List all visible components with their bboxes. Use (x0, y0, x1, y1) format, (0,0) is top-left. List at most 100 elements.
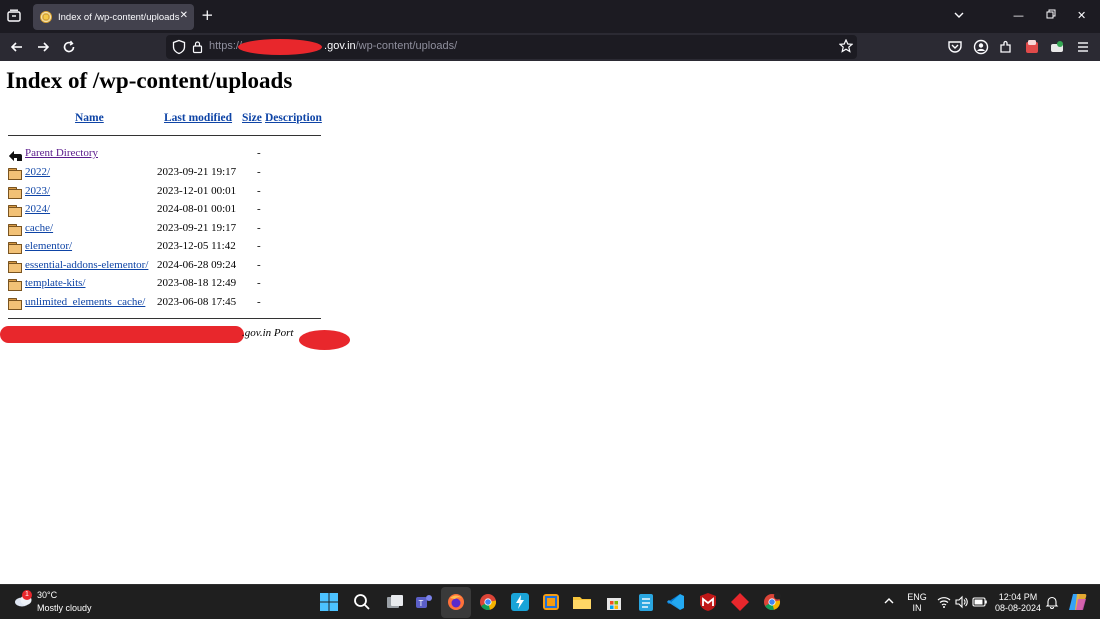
teams-icon[interactable]: T (414, 592, 434, 612)
parent-directory-link[interactable]: Parent Directory (25, 147, 98, 159)
folder-icon (8, 187, 22, 199)
notepad-icon[interactable] (636, 592, 656, 612)
battery-icon[interactable] (972, 595, 988, 609)
page-content: Index of /wp-content/uploads Name Last m… (0, 61, 1100, 584)
close-window-icon[interactable]: ✕ (1077, 9, 1086, 23)
red-diamond-app-icon[interactable] (730, 592, 750, 612)
last-modified: 2024-06-28 09:24 (157, 259, 237, 271)
sort-by-name-link[interactable]: Name (75, 112, 104, 124)
minimize-icon[interactable]: — (1013, 9, 1024, 23)
directory-link[interactable]: unlimited_elements_cache/ (25, 296, 145, 308)
header-divider (8, 135, 321, 136)
reload-icon[interactable] (60, 38, 78, 56)
input-language-line2[interactable]: IN (906, 603, 928, 613)
directory-link[interactable]: cache/ (25, 222, 53, 234)
container-extension-icon[interactable] (1048, 38, 1066, 56)
directory-link[interactable]: elementor/ (25, 240, 72, 252)
directory-link[interactable]: 2024/ (25, 203, 50, 215)
address-bar[interactable]: https://.gov.in/wp-content/uploads/ (166, 35, 857, 59)
navigation-toolbar: https://.gov.in/wp-content/uploads/ (0, 33, 1100, 61)
app-bolt-icon[interactable] (510, 592, 530, 612)
last-modified: 2023-09-21 19:17 (157, 166, 237, 178)
start-windows-icon[interactable] (319, 592, 339, 612)
mcafee-icon[interactable] (698, 592, 718, 612)
pocket-icon[interactable] (946, 38, 964, 56)
directory-link[interactable]: 2023/ (25, 185, 50, 197)
chrome-profile-icon[interactable] (762, 592, 782, 612)
directory-row: elementor/ 2023-12-05 11:42 - (0, 240, 330, 258)
folder-icon (8, 279, 22, 291)
bookmark-star-icon[interactable] (838, 38, 854, 58)
directory-row: template-kits/ 2023-08-18 12:49 - (0, 277, 330, 295)
tab-title: Index of /wp-content/uploads (58, 11, 180, 23)
clock-date[interactable]: 08-08-2024 (994, 603, 1042, 613)
file-size: - (257, 277, 261, 289)
show-hidden-icons-chevron-icon[interactable] (882, 594, 896, 608)
extensions-icon[interactable] (997, 38, 1015, 56)
back-arrow-icon (8, 149, 22, 161)
folder-icon (8, 242, 22, 254)
last-modified: 2023-12-05 11:42 (157, 240, 236, 252)
input-language-line1[interactable]: ENG (906, 592, 928, 602)
new-tab-icon[interactable]: + (201, 7, 214, 23)
extension-badge-icon[interactable] (1023, 38, 1041, 56)
sort-by-last-modified-link[interactable]: Last modified (164, 112, 232, 124)
last-modified: 2024-08-01 00:01 (157, 203, 237, 215)
directory-link[interactable]: template-kits/ (25, 277, 85, 289)
sort-by-size-link[interactable]: Size (242, 112, 262, 124)
directory-row: 2023/ 2023-12-01 00:01 - (0, 185, 330, 203)
restore-icon[interactable] (1046, 9, 1056, 23)
directory-row: unlimited_elements_cache/ 2023-06-08 17:… (0, 296, 330, 314)
microsoft-store-icon[interactable] (604, 592, 624, 612)
file-size: - (257, 222, 261, 234)
file-size: - (257, 147, 261, 159)
tracking-shield-icon[interactable] (172, 39, 186, 60)
sort-by-description-link[interactable]: Description (265, 112, 322, 124)
vscode-icon[interactable] (666, 592, 686, 612)
directory-row: 2022/ 2023-09-21 19:17 - (0, 166, 330, 184)
list-all-tabs-icon[interactable] (953, 9, 965, 25)
volume-icon[interactable] (955, 595, 969, 609)
windows-taskbar: 1 30°C Mostly cloudy T ENG IN 12:04 PM 0… (0, 584, 1100, 619)
svg-text:T: T (419, 599, 424, 608)
directory-link[interactable]: essential-addons-elementor/ (25, 259, 148, 271)
url-host-suffix: .gov.in (324, 40, 356, 52)
close-tab-icon[interactable]: ✕ (180, 10, 188, 21)
copilot-icon[interactable] (1068, 593, 1088, 611)
site-favicon-icon (40, 11, 52, 23)
account-icon[interactable] (972, 38, 990, 56)
directory-row: essential-addons-elementor/ 2024-06-28 0… (0, 259, 330, 277)
parent-directory-row: Parent Directory - (0, 147, 330, 165)
chrome-icon[interactable] (478, 592, 498, 612)
last-modified: 2023-12-01 00:01 (157, 185, 237, 197)
file-explorer-icon[interactable] (572, 592, 592, 612)
active-tab[interactable]: Index of /wp-content/uploads ✕ (33, 4, 194, 30)
redaction-mark (0, 326, 244, 343)
page-title: Index of /wp-content/uploads (6, 68, 293, 93)
last-modified: 2023-06-08 17:45 (157, 296, 237, 308)
notification-bell-icon[interactable] (1045, 595, 1059, 609)
menu-hamburger-icon[interactable] (1074, 38, 1092, 56)
clock-time[interactable]: 12:04 PM (994, 592, 1042, 602)
file-size: - (257, 296, 261, 308)
tab-overview-icon[interactable] (6, 8, 22, 24)
folder-icon (8, 168, 22, 180)
directory-link[interactable]: 2022/ (25, 166, 50, 178)
back-arrow-icon[interactable] (8, 38, 26, 56)
search-icon[interactable] (352, 592, 372, 612)
wifi-icon[interactable] (937, 595, 951, 609)
file-size: - (257, 203, 261, 215)
task-view-icon[interactable] (385, 592, 405, 612)
file-size: - (257, 185, 261, 197)
lock-icon[interactable] (192, 40, 203, 59)
folder-icon (8, 298, 22, 310)
firefox-icon[interactable] (446, 592, 466, 612)
redaction-mark (299, 330, 350, 350)
footer-divider (8, 318, 321, 319)
forward-arrow-icon[interactable] (34, 38, 52, 56)
weather-temperature[interactable]: 30°C (37, 590, 57, 600)
weather-condition[interactable]: Mostly cloudy (37, 603, 92, 613)
folder-icon (8, 261, 22, 273)
snipping-tool-icon[interactable] (541, 592, 561, 612)
file-size: - (257, 240, 261, 252)
